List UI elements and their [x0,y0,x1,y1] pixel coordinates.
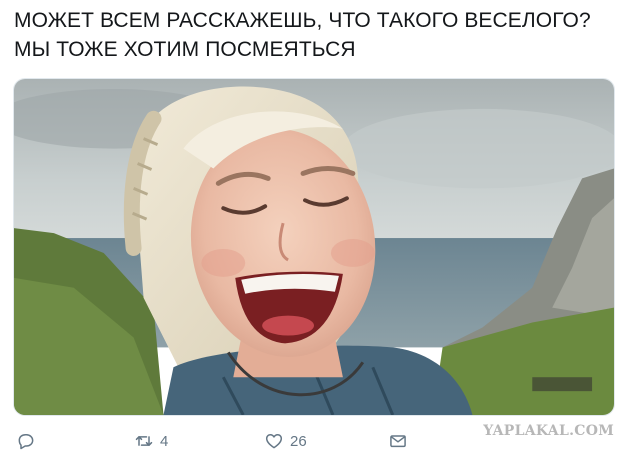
envelope-icon [390,435,406,448]
laughing-woman-photo [14,79,614,415]
tweet-text-line-2: МЫ ТОЖЕ ХОТИМ ПОСМЕЯТЬСЯ [14,38,356,61]
retweet-count: 4 [160,432,169,450]
like-button[interactable]: 26 [264,430,307,452]
tweet-text-line-1: МОЖЕТ ВСЕМ РАССКАЖЕШЬ, ЧТО ТАКОГО ВЕСЕЛО… [14,9,591,32]
tweet-photo[interactable] [13,78,615,416]
watermark: YAPLAKAL.COM [483,423,614,439]
reply-icon [18,434,34,450]
heart-icon [265,434,283,449]
direct-message-button[interactable] [388,430,414,452]
reply-button[interactable] [16,430,42,452]
like-count: 26 [290,432,307,450]
retweet-button[interactable]: 4 [134,430,168,452]
tweet-text: МОЖЕТ ВСЕМ РАССКАЖЕШЬ, ЧТО ТАКОГО ВЕСЕЛО… [14,6,626,64]
retweet-icon [135,436,153,446]
